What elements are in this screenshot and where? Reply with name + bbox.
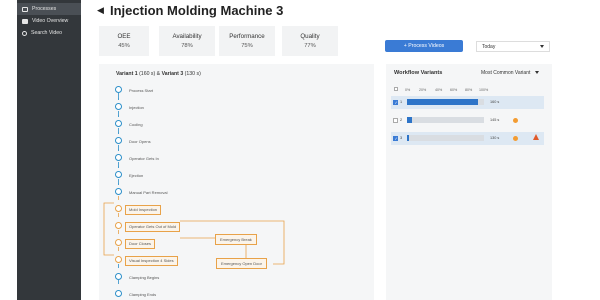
- flow-node[interactable]: [115, 137, 122, 144]
- flow-step-label[interactable]: Process Start: [129, 88, 153, 93]
- variant-sort-select[interactable]: Most Common Variant: [475, 67, 545, 78]
- flow-node[interactable]: [115, 188, 122, 195]
- axis-tick: 0%: [405, 88, 411, 92]
- variant-bar-track: [407, 117, 484, 123]
- app-root: Processes Video Overview Search Video ◀ …: [0, 0, 600, 300]
- flow-node[interactable]: [115, 154, 122, 161]
- flow-step-emergency-open-door[interactable]: Emergency Open Door: [216, 258, 267, 269]
- flow-connector-dot: [117, 183, 120, 185]
- flow-node[interactable]: [115, 103, 122, 110]
- flow-step-label[interactable]: Door Opens: [129, 139, 151, 144]
- variant-index: 3: [400, 136, 403, 140]
- flow-node[interactable]: [115, 86, 122, 93]
- flow-step-emergency-break[interactable]: Emergency Break: [215, 234, 257, 245]
- flow-step-label[interactable]: Clamping Ends: [129, 292, 156, 297]
- flow-connector-dot: [117, 98, 120, 100]
- variant-checkbox[interactable]: [393, 136, 398, 141]
- variant-bar-track: [407, 135, 484, 141]
- variant-row[interactable]: 2 145 s: [391, 114, 544, 127]
- flow-step-label[interactable]: Door Closes: [125, 238, 156, 249]
- axis-tick: 40%: [435, 88, 443, 92]
- dot-indicator-icon: [513, 117, 518, 123]
- variant-row[interactable]: 1 160 s: [391, 96, 544, 109]
- variant-bar: [407, 99, 478, 105]
- axis-tick: 20%: [419, 88, 427, 92]
- flow-node[interactable]: [115, 222, 122, 229]
- axis-tick: 80%: [465, 88, 473, 92]
- dot-indicator-icon: [513, 135, 518, 141]
- flow-connector-dot: [117, 166, 120, 168]
- flow-node[interactable]: [115, 273, 122, 280]
- workflow-variants-title: Workflow Variants: [394, 70, 443, 76]
- flow-connector-dot: [117, 149, 120, 151]
- axis-tick: 100%: [479, 88, 489, 92]
- variant-bar: [407, 117, 412, 123]
- flow-step-label[interactable]: Visual Inspection 4 Sides: [125, 255, 178, 266]
- axis-tick: 60%: [450, 88, 458, 92]
- variant-index: 2: [400, 118, 403, 122]
- flow-node[interactable]: [115, 239, 122, 246]
- select-all-checkbox[interactable]: [394, 87, 398, 91]
- variant-duration: 145 s: [490, 118, 500, 122]
- variant-duration: 130 s: [490, 136, 500, 140]
- flow-node[interactable]: [115, 205, 122, 212]
- flow-step-label[interactable]: Ejection: [129, 173, 143, 178]
- flow-step-label[interactable]: Manual Part Removal: [129, 190, 167, 195]
- flow-step-label[interactable]: Injection: [129, 105, 144, 110]
- flow-step-label[interactable]: Mold Inspection: [125, 204, 162, 215]
- chevron-down-icon: [535, 71, 539, 74]
- variant-row[interactable]: 3 130 s: [391, 132, 544, 145]
- flow-step-label[interactable]: Operator Gets In: [129, 156, 159, 161]
- flow-node[interactable]: [115, 171, 122, 178]
- flow-node[interactable]: [115, 120, 122, 127]
- flow-step-label[interactable]: Cooling: [129, 122, 143, 127]
- warning-icon: [533, 134, 539, 140]
- flow-connector-dot: [117, 132, 120, 134]
- variant-checkbox[interactable]: [393, 100, 398, 105]
- flow-connector-dot: [117, 115, 120, 117]
- variant-bar: [407, 135, 409, 141]
- flow-step-label[interactable]: Clamping Begins: [129, 275, 159, 280]
- variant-index: 1: [400, 100, 403, 104]
- variant-duration: 160 s: [490, 100, 500, 104]
- flow-step-label[interactable]: Operator Gets Out of Mold: [125, 221, 181, 232]
- flow-node[interactable]: [115, 256, 122, 263]
- variant-checkbox[interactable]: [393, 118, 398, 123]
- flow-node[interactable]: [115, 290, 122, 297]
- variant-sort-value: Most Common Variant: [481, 69, 531, 76]
